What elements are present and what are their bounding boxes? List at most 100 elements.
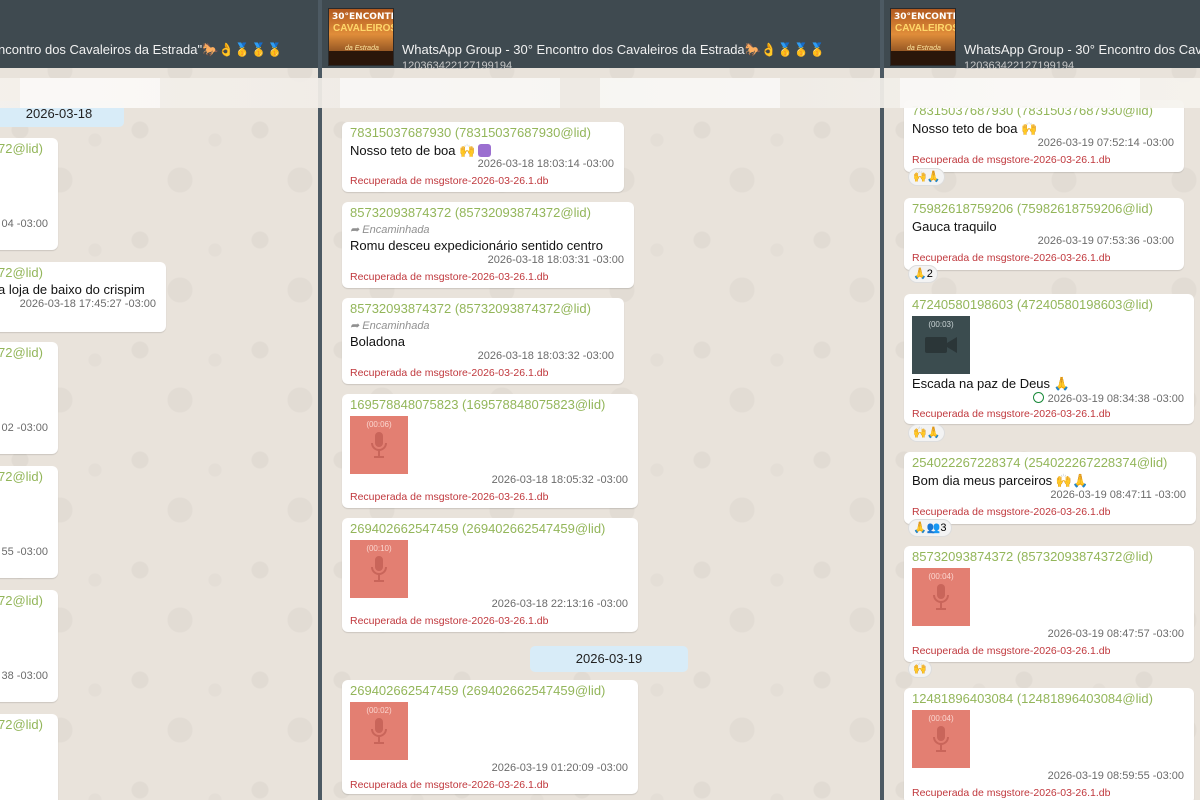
message-timestamp: 2026-03-19 08:47:57 -03:00	[1047, 628, 1184, 640]
audio-duration: (00:10)	[366, 544, 392, 553]
recovered-label: Recuperada de msgstore-2026-03-26.1.db	[350, 367, 549, 379]
reaction-badge[interactable]: 🙏2	[908, 265, 938, 283]
message-timestamp: 2026-03-19 07:52:14 -03:00	[1037, 137, 1174, 149]
message-bubble[interactable]: 72@lid) 55 -03:00	[0, 466, 58, 578]
video-duration: (00:03)	[928, 320, 954, 329]
message-bubble[interactable]: 72@lid) 38 -03:00	[0, 590, 58, 702]
chat-pane-right[interactable]: 30°ENCONTRO CAVALEIROS da Estrada WhatsA…	[884, 0, 1200, 800]
message-sender: 72@lid)	[0, 469, 43, 484]
group-avatar[interactable]: 30°ENCONTRO CAVALEIROS da Estrada	[890, 8, 956, 66]
message-bubble[interactable]: 78315037687930 (78315037687930@lid) Noss…	[342, 122, 624, 192]
message-bubble[interactable]: 169578848075823 (169578848075823@lid) (0…	[342, 394, 638, 508]
message-text: Escada na paz de Deus 🙏	[912, 376, 1070, 391]
audio-duration: (00:04)	[928, 714, 954, 723]
recovered-label: Recuperada de msgstore-2026-03-26.1.db	[912, 645, 1111, 657]
recovered-label: Recuperada de msgstore-2026-03-26.1.db	[912, 506, 1111, 518]
forward-arrow-icon: ➦	[350, 224, 360, 236]
reaction-badge[interactable]: 🙌	[908, 660, 932, 678]
forwarded-label: ➦ Encaminhada	[350, 224, 430, 236]
recovered-label: Recuperada de msgstore-2026-03-26.1.db	[912, 787, 1111, 799]
message-bubble[interactable]: 72@lid) 02 -03:00	[0, 342, 58, 454]
audio-duration: (00:06)	[366, 420, 392, 429]
recovered-label: Recuperada de msgstore-2026-03-26.1.db	[912, 408, 1111, 420]
message-timestamp: 2026-03-18 18:03:31 -03:00	[487, 254, 624, 266]
message-bubble[interactable]: 72@lid) a loja de baixo do crispim 2026-…	[0, 262, 166, 332]
message-sender: 72@lid)	[0, 345, 43, 360]
message-bubble[interactable]: 85732093874372 (85732093874372@lid) (00:…	[904, 546, 1194, 662]
message-timestamp: 2026-03-18 22:13:16 -03:00	[491, 598, 628, 610]
reaction-badge[interactable]: 🙌🙏	[908, 424, 946, 442]
message-sender: 254022267228374 (254022267228374@lid)	[912, 455, 1168, 470]
audio-duration: (00:04)	[928, 572, 954, 581]
message-bubble[interactable]: 12481896403084 (12481896403084@lid) (00:…	[904, 688, 1194, 800]
sticker-icon	[478, 144, 492, 157]
chat-header-left: ncontro dos Cavaleiros da Estrada"🐎👌🥇🥇🥇	[0, 0, 318, 68]
microphone-icon	[933, 726, 949, 752]
chat-title-left: ncontro dos Cavaleiros da Estrada"🐎👌🥇🥇🥇	[0, 42, 283, 57]
chat-header-right: 30°ENCONTRO CAVALEIROS da Estrada WhatsA…	[884, 0, 1200, 72]
recovered-label: Recuperada de msgstore-2026-03-26.1.db	[350, 175, 549, 187]
message-bubble[interactable]: 85732093874372 (85732093874372@lid) ➦ En…	[342, 202, 634, 288]
message-timestamp: 2026-03-19 01:20:09 -03:00	[491, 762, 628, 774]
video-camera-icon	[925, 337, 957, 353]
microphone-icon	[371, 556, 387, 582]
message-bubble[interactable]: 269402662547459 (269402662547459@lid) (0…	[342, 680, 638, 794]
message-sender: 269402662547459 (269402662547459@lid)	[350, 683, 606, 698]
redaction-blur-band	[0, 78, 1200, 108]
group-id: 120363422127199194	[964, 60, 1075, 72]
message-text: Nosso teto de boa 🙌	[350, 143, 492, 159]
message-sender: 12481896403084 (12481896403084@lid)	[912, 691, 1153, 706]
recovered-label: Recuperada de msgstore-2026-03-26.1.db	[350, 491, 549, 503]
message-bubble[interactable]: 254022267228374 (254022267228374@lid) Bo…	[904, 452, 1196, 524]
message-bubble[interactable]: 47240580198603 (47240580198603@lid) (00:…	[904, 294, 1194, 424]
recovered-label: Recuperada de msgstore-2026-03-26.1.db	[912, 252, 1111, 264]
message-text: Romu desceu expedicionário sentido centr…	[350, 238, 603, 253]
message-sender: 269402662547459 (269402662547459@lid)	[350, 521, 606, 536]
recovered-label: Recuperada de msgstore-2026-03-26.1.db	[350, 271, 549, 283]
message-text: Nosso teto de boa 🙌	[912, 121, 1038, 136]
message-timestamp: 02 -03:00	[1, 422, 48, 434]
message-sender: 72@lid)	[0, 141, 43, 156]
message-timestamp: 2026-03-18 18:05:32 -03:00	[491, 474, 628, 486]
audio-attachment[interactable]: (00:04)	[912, 710, 970, 768]
message-text: Boladona	[350, 334, 405, 349]
message-timestamp: 55 -03:00	[1, 546, 48, 558]
microphone-icon	[933, 584, 949, 610]
chat-title: WhatsApp Group - 30° Encontro dos Cavale…	[402, 42, 826, 57]
message-bubble[interactable]: 85732093874372 (85732093874372@lid) ➦ En…	[342, 298, 624, 384]
message-bubble[interactable]: 75982618759206 (75982618759206@lid) Gauc…	[904, 198, 1184, 270]
audio-attachment[interactable]: (00:04)	[912, 568, 970, 626]
message-bubble[interactable]: 269402662547459 (269402662547459@lid) (0…	[342, 518, 638, 632]
recovered-label: Recuperada de msgstore-2026-03-26.1.db	[912, 154, 1111, 166]
message-sender: 169578848075823 (169578848075823@lid)	[350, 397, 606, 412]
group-avatar[interactable]: 30°ENCONTRO CAVALEIROS da Estrada	[328, 8, 394, 66]
message-timestamp: 38 -03:00	[1, 670, 48, 682]
message-timestamp: 04 -03:00	[1, 218, 48, 230]
message-sender: 85732093874372 (85732093874372@lid)	[350, 301, 591, 316]
message-timestamp: 2026-03-19 08:34:38 -03:00	[1032, 392, 1184, 405]
chat-pane-middle[interactable]: 30°ENCONTRO CAVALEIROS da Estrada WhatsA…	[322, 0, 880, 800]
message-sender: 72@lid)	[0, 717, 43, 732]
reaction-badge[interactable]: 🙏👥3	[908, 519, 952, 537]
message-bubble[interactable]: 72@lid) 04 -03:00	[0, 138, 58, 250]
video-attachment[interactable]: (00:03)	[912, 316, 970, 374]
audio-attachment[interactable]: (00:10)	[350, 540, 408, 598]
recovered-label: Recuperada de msgstore-2026-03-26.1.db	[350, 615, 549, 627]
reaction-badge[interactable]: 🙌🙏	[908, 168, 946, 186]
message-sender: 85732093874372 (85732093874372@lid)	[912, 549, 1153, 564]
audio-attachment[interactable]: (00:02)	[350, 702, 408, 760]
recovered-label: Recuperada de msgstore-2026-03-26.1.db	[350, 779, 549, 791]
chat-pane-left[interactable]: ncontro dos Cavaleiros da Estrada"🐎👌🥇🥇🥇 …	[0, 0, 318, 800]
message-text: Gauca traquilo	[912, 219, 997, 234]
forwarded-label: ➦ Encaminhada	[350, 320, 430, 332]
message-timestamp: 2026-03-19 08:47:11 -03:00	[1050, 489, 1186, 501]
message-sender: 85732093874372 (85732093874372@lid)	[350, 205, 591, 220]
audio-attachment[interactable]: (00:06)	[350, 416, 408, 474]
message-bubble[interactable]: 72@lid)	[0, 714, 58, 800]
message-sender: 47240580198603 (47240580198603@lid)	[912, 297, 1153, 312]
message-bubble[interactable]: 78315037687930 (78315037687930@lid) Noss…	[904, 100, 1184, 172]
message-timestamp: 2026-03-19 07:53:36 -03:00	[1037, 235, 1174, 247]
chat-header-middle: 30°ENCONTRO CAVALEIROS da Estrada WhatsA…	[322, 0, 880, 72]
message-sender: 72@lid)	[0, 265, 43, 280]
message-sender: 72@lid)	[0, 593, 43, 608]
